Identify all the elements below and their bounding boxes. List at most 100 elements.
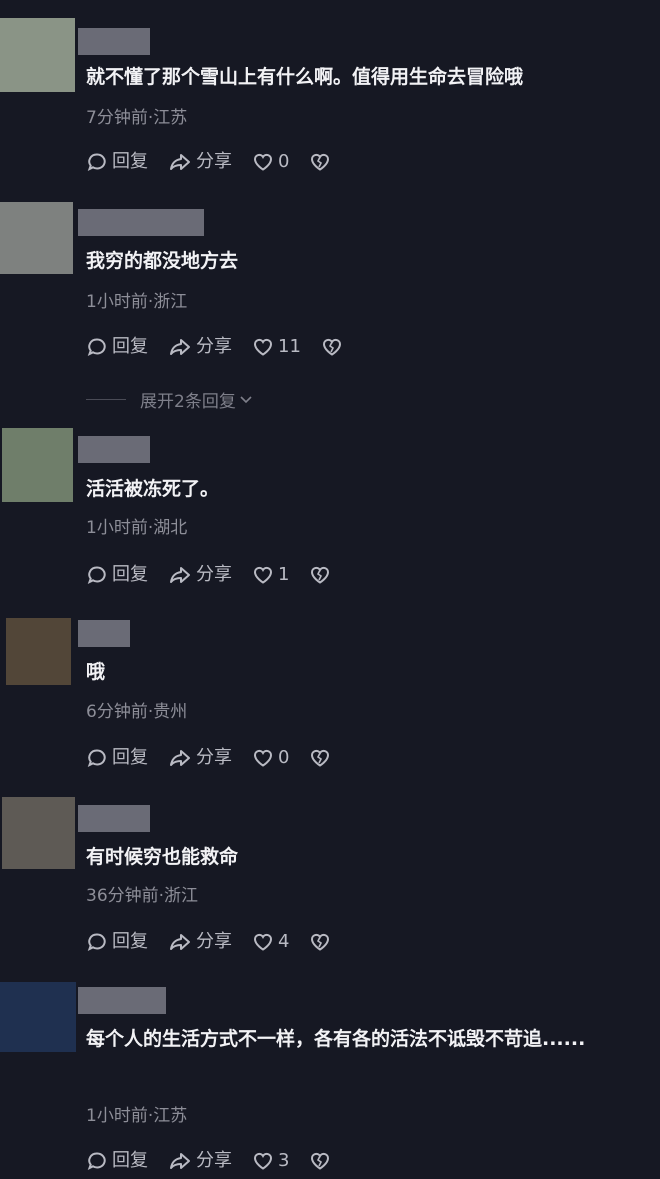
username-blurred[interactable] <box>78 987 166 1014</box>
like-count: 3 <box>278 1150 290 1171</box>
comment-meta: 36分钟前·浙江 <box>86 886 199 906</box>
share-label: 分享 <box>196 931 232 952</box>
reply-label: 回复 <box>112 564 148 585</box>
heart-icon <box>254 749 272 767</box>
dislike-button[interactable] <box>309 931 335 953</box>
avatar[interactable] <box>2 797 75 869</box>
share-arrow-icon <box>170 750 190 766</box>
reply-button[interactable]: 回复 <box>86 1148 148 1174</box>
heart-icon <box>254 933 272 951</box>
comment-actions: 回复 分享 1 <box>86 562 355 588</box>
comment-meta: 1小时前·湖北 <box>86 518 188 538</box>
share-arrow-icon <box>170 934 190 950</box>
like-button[interactable]: 4 <box>252 929 289 955</box>
share-button[interactable]: 分享 <box>168 334 232 360</box>
share-button[interactable]: 分享 <box>168 562 232 588</box>
like-count: 4 <box>278 931 290 952</box>
reply-button[interactable]: 回复 <box>86 562 148 588</box>
share-label: 分享 <box>196 151 232 172</box>
heart-icon <box>254 338 272 356</box>
comment-actions: 回复 分享 11 <box>86 334 367 360</box>
comment-text: 哦 <box>86 661 106 683</box>
comment-meta: 7分钟前·江苏 <box>86 108 188 128</box>
share-arrow-icon <box>170 339 190 355</box>
broken-heart-icon <box>311 933 330 951</box>
like-count: 0 <box>278 747 290 768</box>
share-label: 分享 <box>196 747 232 768</box>
comment-meta: 1小时前·江苏 <box>86 1106 188 1126</box>
comment-bubble-icon <box>87 338 106 356</box>
reply-label: 回复 <box>112 336 148 357</box>
share-label: 分享 <box>196 564 232 585</box>
share-label: 分享 <box>196 1150 232 1171</box>
broken-heart-icon <box>311 566 330 584</box>
broken-heart-icon <box>311 153 330 171</box>
comment-bubble-icon <box>87 153 106 171</box>
like-count: 1 <box>278 564 290 585</box>
avatar[interactable] <box>0 202 73 274</box>
comment-bubble-icon <box>87 566 106 584</box>
reply-label: 回复 <box>112 747 148 768</box>
comment-text: 活活被冻死了。 <box>86 478 220 500</box>
dislike-button[interactable] <box>309 747 335 769</box>
comment-actions: 回复 分享 0 <box>86 149 355 175</box>
reply-label: 回复 <box>112 931 148 952</box>
heart-icon <box>254 566 272 584</box>
broken-heart-icon <box>311 749 330 767</box>
comment-actions: 回复 分享 3 <box>86 1148 355 1174</box>
reply-button[interactable]: 回复 <box>86 334 148 360</box>
heart-icon <box>254 153 272 171</box>
like-button[interactable]: 0 <box>252 149 289 175</box>
share-button[interactable]: 分享 <box>168 1148 232 1174</box>
like-button[interactable]: 1 <box>252 562 289 588</box>
comment-meta: 1小时前·浙江 <box>86 292 188 312</box>
reply-button[interactable]: 回复 <box>86 745 148 771</box>
share-arrow-icon <box>170 1153 190 1169</box>
share-button[interactable]: 分享 <box>168 149 232 175</box>
reply-button[interactable]: 回复 <box>86 929 148 955</box>
comment-text: 有时候穷也能救命 <box>86 846 239 868</box>
dislike-button[interactable] <box>309 151 335 173</box>
expand-replies-label: 展开2条回复 <box>140 391 236 412</box>
comment-meta: 6分钟前·贵州 <box>86 702 188 722</box>
comment-text: 每个人的生活方式不一样，各有各的活法不诋毁不苛追...... <box>86 1028 586 1050</box>
share-button[interactable]: 分享 <box>168 929 232 955</box>
username-blurred[interactable] <box>78 209 204 236</box>
comment-actions: 回复 分享 4 <box>86 929 355 955</box>
avatar[interactable] <box>2 428 73 502</box>
username-blurred[interactable] <box>78 436 150 463</box>
dislike-button[interactable] <box>321 336 347 358</box>
like-count: 11 <box>278 336 301 357</box>
comment-text: 就不懂了那个雪山上有什么啊。值得用生命去冒险哦 <box>86 66 524 88</box>
share-arrow-icon <box>170 567 190 583</box>
share-label: 分享 <box>196 336 232 357</box>
username-blurred[interactable] <box>78 620 130 647</box>
like-count: 0 <box>278 151 290 172</box>
chevron-down-icon <box>240 396 252 404</box>
broken-heart-icon <box>311 1152 330 1170</box>
comment-bubble-icon <box>87 1152 106 1170</box>
like-button[interactable]: 11 <box>252 334 301 360</box>
comment-actions: 回复 分享 0 <box>86 745 355 771</box>
comment-bubble-icon <box>87 749 106 767</box>
divider-line <box>86 398 126 400</box>
username-blurred[interactable] <box>78 28 150 55</box>
avatar[interactable] <box>0 18 75 92</box>
avatar[interactable] <box>0 982 76 1052</box>
reply-label: 回复 <box>112 151 148 172</box>
like-button[interactable]: 3 <box>252 1148 289 1174</box>
share-button[interactable]: 分享 <box>168 745 232 771</box>
share-arrow-icon <box>170 154 190 170</box>
comment-bubble-icon <box>87 933 106 951</box>
reply-button[interactable]: 回复 <box>86 149 148 175</box>
avatar[interactable] <box>6 618 71 685</box>
expand-replies-button[interactable]: 展开2条回复 <box>86 386 254 412</box>
reply-label: 回复 <box>112 1150 148 1171</box>
dislike-button[interactable] <box>309 564 335 586</box>
username-blurred[interactable] <box>78 805 150 832</box>
broken-heart-icon <box>322 338 341 356</box>
heart-icon <box>254 1152 272 1170</box>
like-button[interactable]: 0 <box>252 745 289 771</box>
dislike-button[interactable] <box>309 1150 335 1172</box>
comment-text: 我穷的都没地方去 <box>86 250 239 272</box>
